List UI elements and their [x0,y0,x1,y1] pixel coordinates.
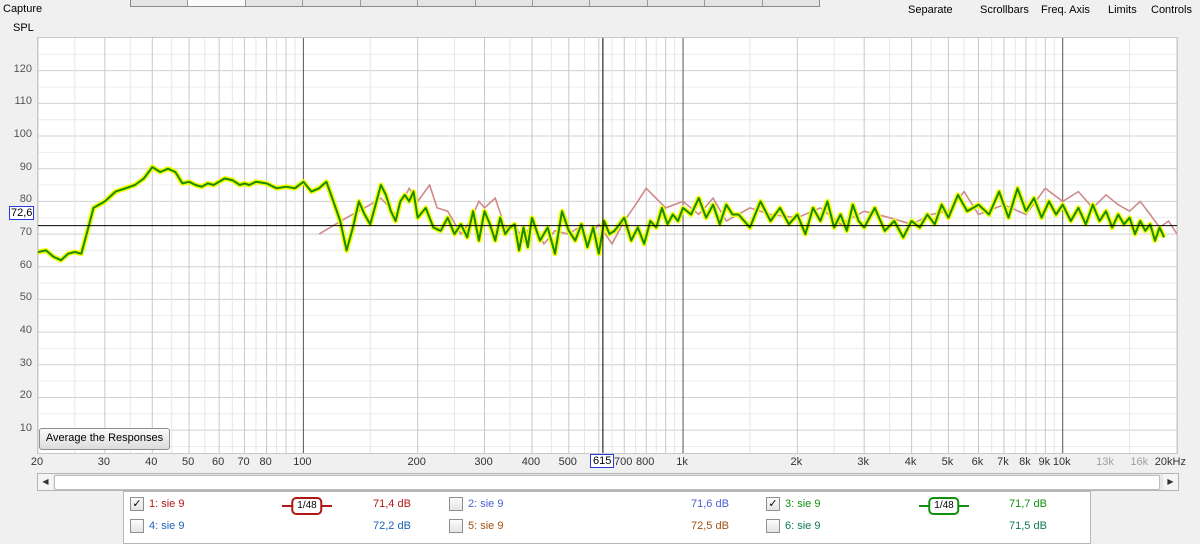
scroll-left-arrow[interactable]: ◀ [38,474,53,490]
x-tick-label: 80 [259,456,272,468]
x-tick-label: 40 [145,456,158,468]
y-tick-label: 110 [14,95,32,108]
horizontal-scrollbar[interactable]: ◀ ▶ [37,473,1179,491]
x-tick-label: 3k [857,456,869,468]
x-tick-label: 60 [212,456,225,468]
measurement-level-3: 71,7 dB [1009,498,1047,510]
tab-selected[interactable] [188,0,246,6]
measurement-checkbox-4[interactable] [130,519,144,533]
y-tick-label: 60 [19,258,32,271]
smoothing-indicator-1[interactable]: 1/48 [282,497,332,515]
x-tick-label: 9k [1038,456,1051,468]
measurement-checkbox-3[interactable]: ✓ [766,497,780,511]
plot-area[interactable] [37,37,1178,454]
tab[interactable] [303,0,361,6]
y-tick-label: 20 [19,389,32,402]
legend-row: 4: sie 9 72,2 dB 5: sie 9 72,5 dB 6: sie… [124,517,1090,539]
top-tab-strip[interactable] [130,0,820,7]
y-tick-label: 10 [19,422,32,435]
x-tick-label: 500 [558,456,577,468]
measurement-legend: ✓ 1: sie 9 1/48 71,4 dB 2: sie 9 71,6 dB… [123,491,1091,544]
x-tick-label: 10k [1052,456,1071,468]
measurement-checkbox-2[interactable] [449,497,463,511]
measurement-name-2: 2: sie 9 [468,498,504,510]
x-tick-label: 300 [474,456,493,468]
tab[interactable] [246,0,304,6]
x-tick-label: 70 [237,456,250,468]
tab[interactable] [705,0,763,6]
series-highlight [38,164,1167,263]
freq-axis-button[interactable]: Freq. Axis [1041,4,1090,16]
x-tick-label: 7k [997,456,1009,468]
y-tick-label: 50 [19,291,32,304]
cursor-spl-readout: 72,6 [9,206,35,220]
measurement-level-4: 72,2 dB [373,520,411,532]
frequency-response-chart[interactable] [38,38,1177,453]
smoothing-indicator-3[interactable]: 1/48 [919,497,969,515]
scrollbars-button[interactable]: Scrollbars [980,4,1029,16]
y-tick-label: 30 [19,356,32,369]
measurement-level-6: 71,5 dB [1009,520,1047,532]
y-tick-label: 120 [13,62,32,75]
x-tick-label: 30 [97,456,110,468]
tab[interactable] [590,0,648,6]
x-tick-label: 400 [521,456,541,468]
x-tick-label: 20kHz [1154,456,1186,468]
x-tick-label: 100 [293,456,312,468]
x-tick-label: 1k [676,456,688,468]
average-responses-button[interactable]: Average the Responses [39,428,170,450]
controls-button[interactable]: Controls [1151,4,1192,16]
tab[interactable] [763,0,819,6]
measurement-level-5: 72,5 dB [691,520,729,532]
x-tick-label: 6k [971,456,984,468]
x-tick-label: 2k [790,456,803,468]
tab[interactable] [476,0,533,6]
separate-button[interactable]: Separate [908,4,953,16]
x-tick-label: 8k [1019,456,1031,468]
measurement-name-1: 1: sie 9 [149,498,185,510]
tab[interactable] [418,0,476,6]
measurement-level-1: 71,4 dB [373,498,411,510]
smoothing-label-3: 1/48 [928,497,960,515]
tab[interactable] [131,0,189,6]
measurement-name-5: 5: sie 9 [468,520,504,532]
y-tick-label: 80 [19,193,32,206]
x-tick-label: 20 [30,456,44,468]
tab[interactable] [361,0,419,6]
x-tick-label: 13k [1096,456,1114,468]
series-line [318,183,1177,246]
measurement-name-6: 6: sie 9 [785,520,821,532]
limits-button[interactable]: Limits [1108,4,1137,16]
x-tick-label: 4k [904,456,917,468]
cursor-frequency-readout: 615 [590,454,615,468]
measurement-checkbox-5[interactable] [449,519,463,533]
x-tick-label: 50 [181,456,195,468]
y-tick-label: 90 [19,160,32,173]
scroll-thumb[interactable] [54,475,1160,490]
capture-label: Capture [3,3,43,15]
measurement-checkbox-6[interactable] [766,519,780,533]
x-tick-label: 700 [614,456,633,468]
smoothing-label-1: 1/48 [291,497,323,515]
x-tick-label: 5k [941,456,954,468]
measurement-name-3: 3: sie 9 [785,498,821,510]
y-tick-label: 70 [19,226,32,239]
y-axis-label: SPL [13,22,34,34]
tab[interactable] [648,0,706,6]
legend-row: ✓ 1: sie 9 1/48 71,4 dB 2: sie 9 71,6 dB… [124,495,1090,517]
x-tick-label: 16k [1130,456,1149,468]
y-tick-label: 100 [13,128,32,141]
measurement-level-2: 71,6 dB [691,498,729,510]
x-tick-label: 800 [636,456,655,468]
x-tick-label: 200 [407,456,426,468]
measurement-checkbox-1[interactable]: ✓ [130,497,144,511]
scroll-right-arrow[interactable]: ▶ [1163,474,1178,490]
tab[interactable] [533,0,591,6]
y-tick-label: 40 [19,324,32,337]
measurement-name-4: 4: sie 9 [149,520,185,532]
